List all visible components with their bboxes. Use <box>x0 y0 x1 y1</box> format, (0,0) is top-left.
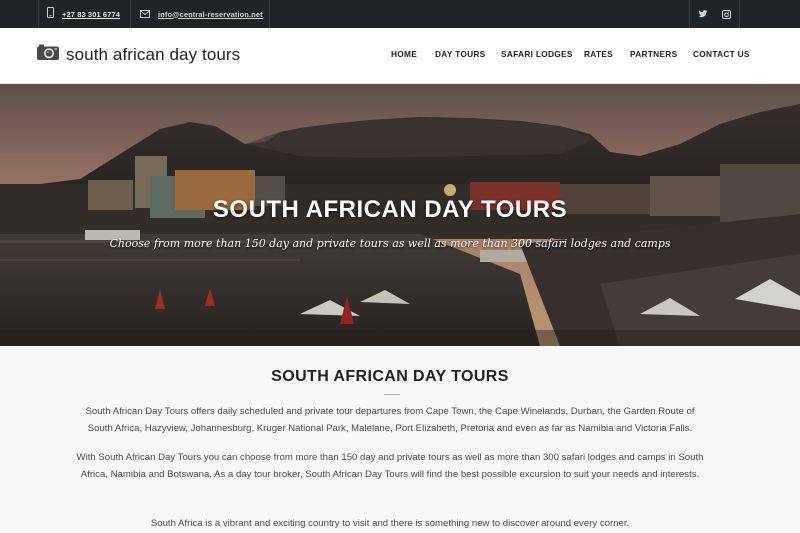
title-divider <box>384 394 400 395</box>
hero-title: SOUTH AFRICAN DAY TOURS <box>212 196 568 223</box>
email-link[interactable]: info@central-reservation.net <box>158 10 263 19</box>
nav-day-tours[interactable]: DAY TOURS <box>435 49 486 59</box>
nav-rates[interactable]: RATES <box>584 49 613 59</box>
email-contact: info@central-reservation.net <box>130 0 270 28</box>
top-bar: +27 83 301 6774 info@central-reservation… <box>0 0 800 28</box>
intro-paragraph-1: South African Day Tours offers daily sch… <box>85 406 695 434</box>
section-title: SOUTH AFRICAN DAY TOURS <box>271 368 509 385</box>
nav-safari-lodges[interactable]: SAFARI LODGES <box>501 49 573 59</box>
site-logo[interactable]: south african day tours <box>36 43 240 66</box>
camera-icon <box>36 43 60 66</box>
phone-link[interactable]: +27 83 301 6774 <box>62 10 120 19</box>
mobile-phone-icon <box>47 5 54 23</box>
site-header: south african day tours HOME DAY TOURS S… <box>0 28 800 84</box>
envelope-icon <box>140 5 150 23</box>
hero-subtitle: Choose from more than 150 day and privat… <box>109 237 671 250</box>
nav-home[interactable]: HOME <box>391 49 417 59</box>
intro-paragraph-2: With South African Day Tours you can cho… <box>76 452 704 480</box>
nav-contact-us[interactable]: CONTACT US <box>693 49 750 59</box>
phone-contact: +27 83 301 6774 <box>38 0 130 28</box>
divider <box>739 0 740 28</box>
intro-section: SOUTH AFRICAN DAY TOURS South African Da… <box>0 346 800 533</box>
logo-text: south african day tours <box>66 44 241 64</box>
instagram-icon[interactable] <box>713 0 739 28</box>
intro-paragraph-3: South Africa is a vibrant and exciting c… <box>150 518 630 529</box>
hero-banner: SOUTH AFRICAN DAY TOURS Choose from more… <box>0 84 800 346</box>
nav-partners[interactable]: PARTNERS <box>630 49 677 59</box>
